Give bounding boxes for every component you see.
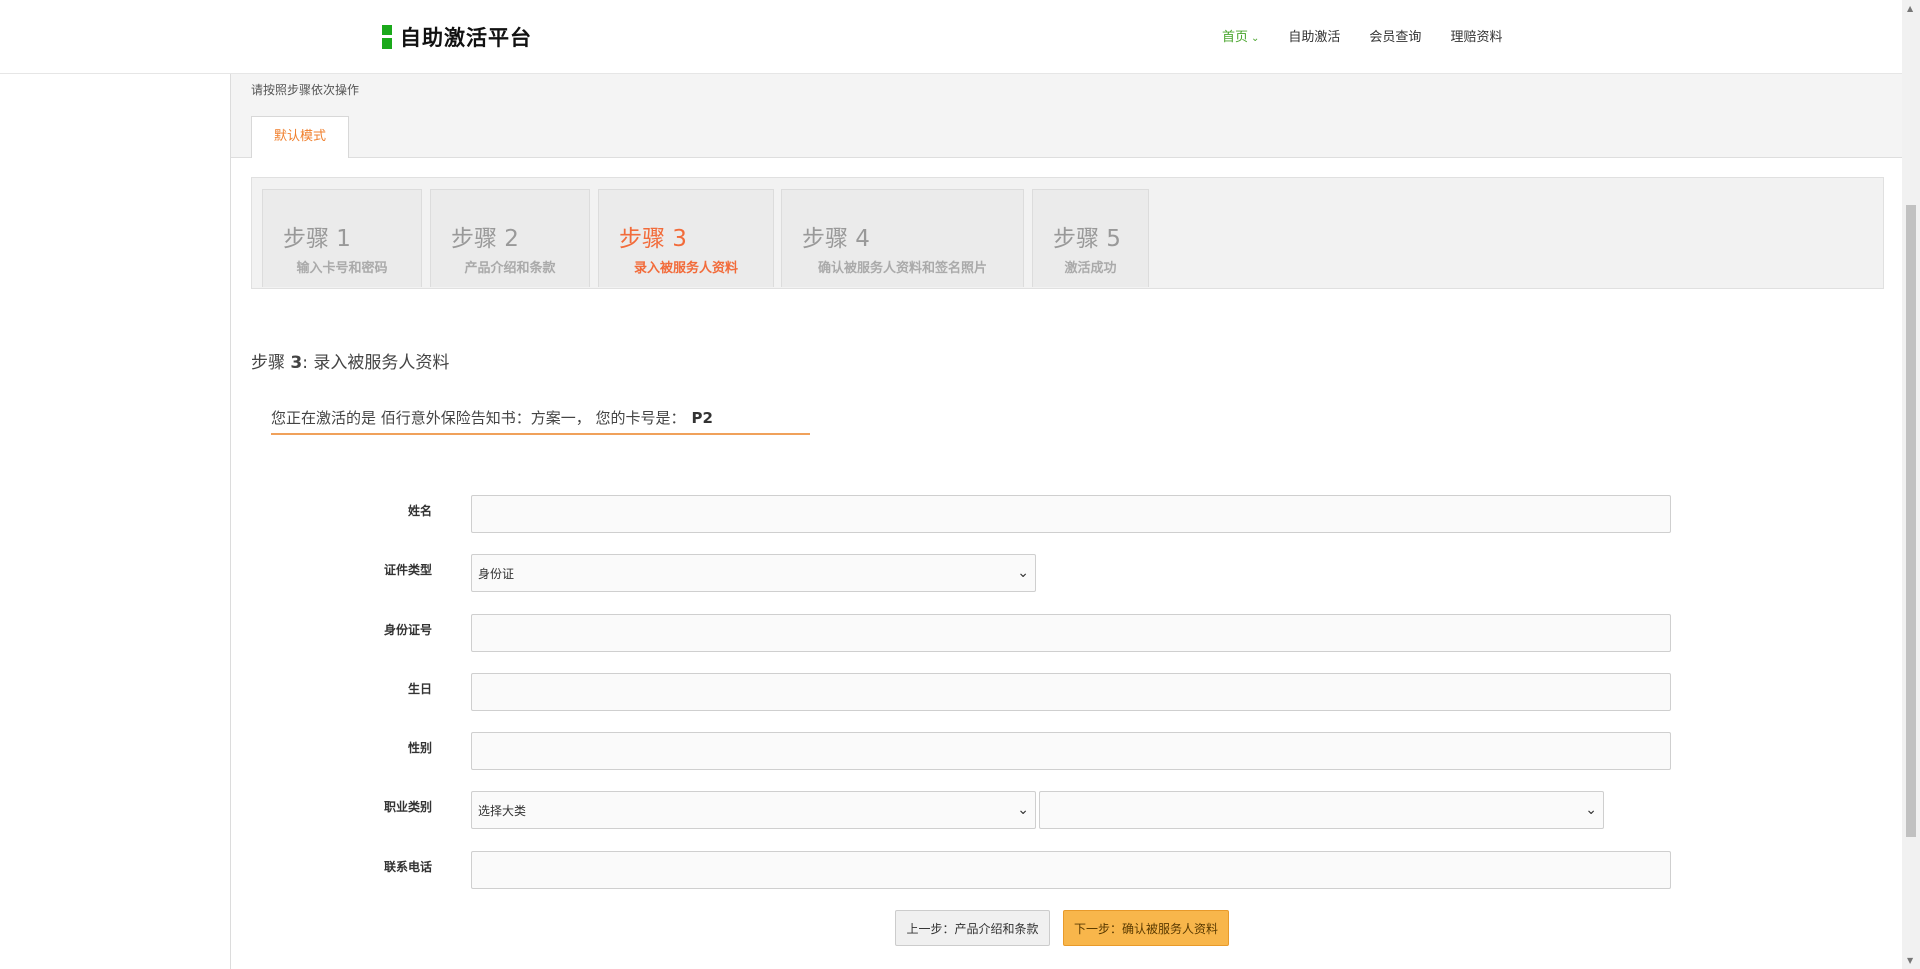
- step-description: 产品介绍和条款: [464, 261, 556, 276]
- activation-notice: 您正在激活的是 佰行意外保险告知书：方案一， 您的卡号是： P2: [271, 407, 810, 435]
- step-hint: 请按照步骤依次操作: [251, 83, 360, 97]
- nav-item-self-activation[interactable]: 自助激活: [1288, 26, 1340, 45]
- step-5[interactable]: 步骤 5 激活成功: [1032, 189, 1149, 287]
- section-title: 步骤 3: 录入被服务人资料: [251, 353, 450, 373]
- step-description: 确认被服务人资料和签名照片: [817, 261, 987, 276]
- nav-item-member-query[interactable]: 会员查询: [1369, 26, 1421, 45]
- nav-item-home[interactable]: 首页 ⌄: [1222, 26, 1259, 45]
- nav-item-claims-info[interactable]: 理赔资料: [1450, 26, 1502, 45]
- gender-label: 性别: [407, 741, 432, 755]
- step-number: 步骤 1: [283, 226, 351, 252]
- step-description: 激活成功: [1064, 261, 1117, 276]
- step-4[interactable]: 步骤 4 确认被服务人资料和签名照片: [781, 189, 1024, 287]
- id-number-input[interactable]: [471, 614, 1671, 652]
- step-number: 步骤 5: [1053, 226, 1121, 252]
- job-minor-select[interactable]: ⌄: [1039, 791, 1604, 829]
- chevron-down-icon: ⌄: [1017, 565, 1029, 581]
- logo-text: 自助激活平台: [400, 26, 532, 50]
- step-1[interactable]: 步骤 1 输入卡号和密码: [262, 189, 422, 287]
- chevron-down-icon: ⌄: [1017, 802, 1029, 818]
- job-category-label: 职业类别: [383, 800, 432, 814]
- step-description: 输入卡号和密码: [296, 261, 388, 276]
- id-number-label: 身份证号: [383, 623, 432, 637]
- step-description: 录入被服务人资料: [633, 261, 738, 276]
- scroll-thumb[interactable]: [1906, 205, 1916, 837]
- step-3[interactable]: 步骤 3 录入被服务人资料: [598, 189, 774, 287]
- birthday-label: 生日: [407, 682, 432, 696]
- top-header: 自助激活平台 首页 ⌄ 自助激活 会员查询 理赔资料: [0, 0, 1902, 74]
- main-nav: 首页 ⌄ 自助激活 会员查询 理赔资料: [1222, 26, 1531, 45]
- scroll-up-arrow-icon[interactable]: ▲: [1907, 4, 1913, 13]
- scroll-down-arrow-icon[interactable]: ▼: [1907, 956, 1913, 965]
- step-number: 步骤 2: [451, 226, 519, 252]
- tab-default-mode[interactable]: 默认模式: [251, 116, 349, 158]
- card-number: P2: [691, 409, 713, 427]
- step-wizard: 步骤 1 输入卡号和密码 步骤 2 产品介绍和条款 步骤 3 录入被服务人资料 …: [251, 177, 1884, 289]
- prev-step-button[interactable]: 上一步：产品介绍和条款: [895, 910, 1050, 946]
- chevron-down-icon: ⌄: [1251, 33, 1260, 44]
- chevron-down-icon: ⌄: [1585, 802, 1597, 818]
- content-left-border: [230, 74, 231, 969]
- logo[interactable]: 自助激活平台: [382, 22, 532, 52]
- phone-label: 联系电话: [383, 860, 432, 874]
- id-type-select[interactable]: 身份证 ⌄: [471, 554, 1036, 592]
- next-step-button[interactable]: 下一步：确认被服务人资料: [1063, 910, 1229, 946]
- phone-input[interactable]: [471, 851, 1671, 889]
- id-type-label: 证件类型: [383, 563, 432, 577]
- name-label: 姓名: [407, 504, 432, 518]
- logo-mark-icon: [382, 25, 392, 49]
- mode-band: 请按照步骤依次操作 默认模式: [231, 74, 1902, 158]
- job-major-select[interactable]: 选择大类 ⌄: [471, 791, 1036, 829]
- vertical-scrollbar[interactable]: ▲ ▼: [1902, 0, 1920, 969]
- step-number: 步骤 4: [802, 226, 870, 252]
- name-input[interactable]: [471, 495, 1671, 533]
- birthday-input[interactable]: [471, 673, 1671, 711]
- gender-input[interactable]: [471, 732, 1671, 770]
- step-2[interactable]: 步骤 2 产品介绍和条款: [430, 189, 590, 287]
- step-number: 步骤 3: [619, 226, 687, 252]
